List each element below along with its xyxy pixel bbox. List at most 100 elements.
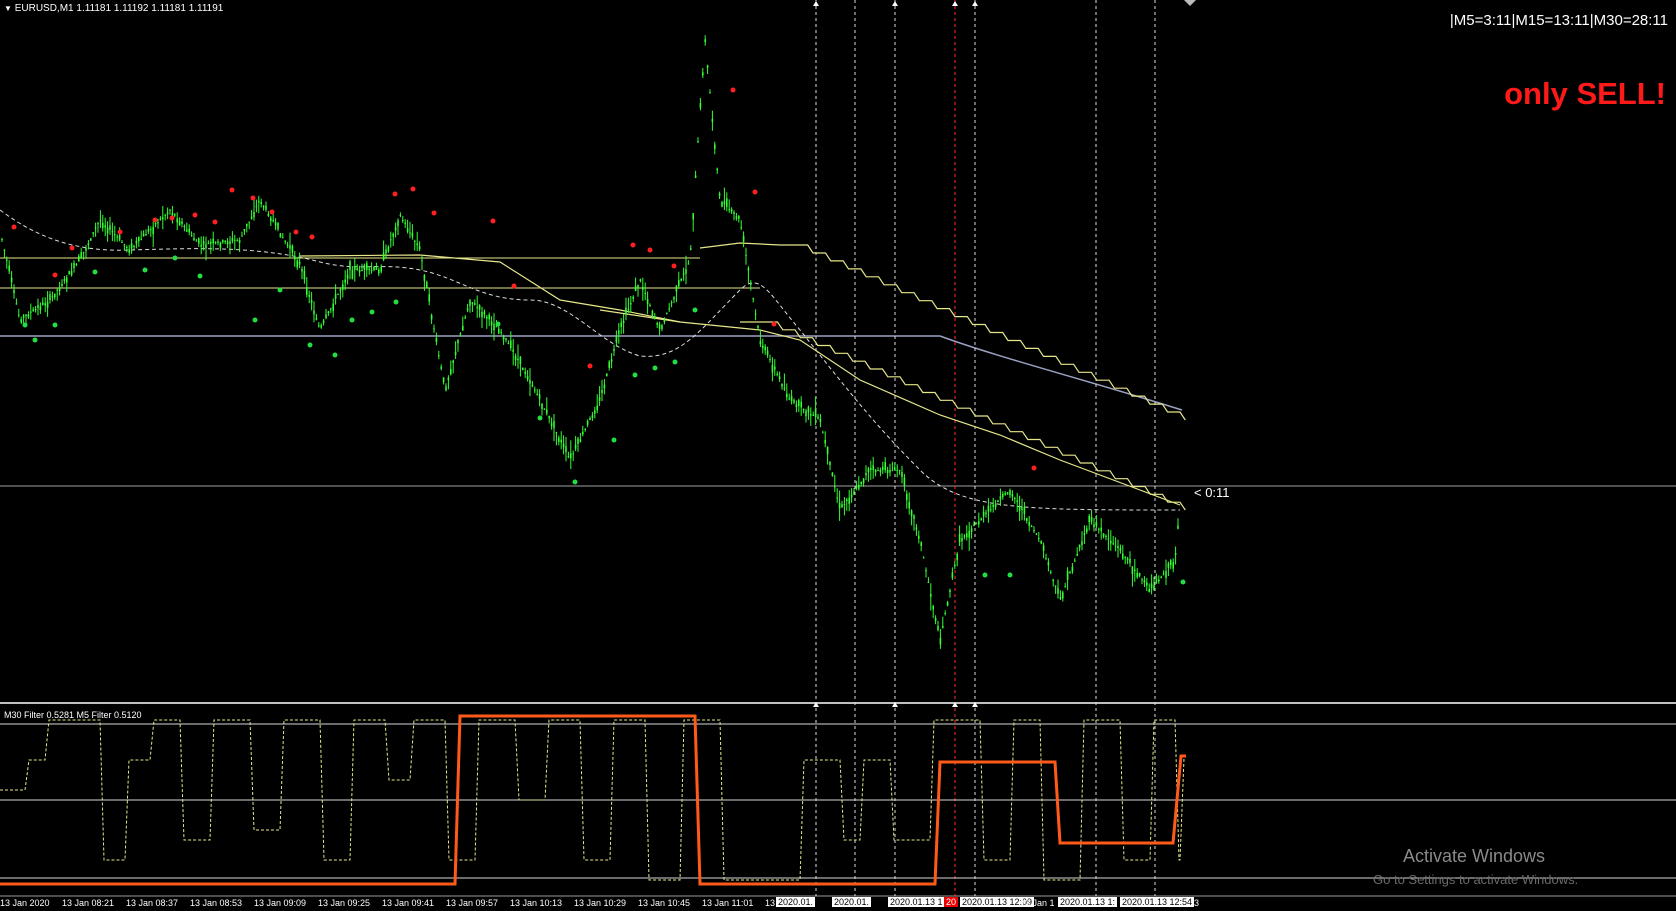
candle-body bbox=[104, 225, 106, 228]
candle-body bbox=[1100, 527, 1102, 532]
candle-body bbox=[282, 237, 284, 239]
candle-body bbox=[128, 249, 130, 253]
candle-body bbox=[1023, 506, 1026, 514]
candle-body bbox=[884, 462, 886, 470]
candle-body bbox=[906, 493, 908, 500]
candle-body bbox=[1102, 533, 1105, 537]
time-axis-label: 13 Jan 09:57 bbox=[446, 898, 499, 908]
fractal-down-dot bbox=[277, 287, 283, 293]
candle-body bbox=[92, 232, 94, 234]
candle-body bbox=[728, 209, 730, 211]
fractal-up-dot bbox=[309, 234, 315, 240]
candle-body bbox=[925, 570, 927, 572]
candle-body bbox=[1134, 569, 1136, 571]
candle-body bbox=[392, 233, 394, 237]
candle-body bbox=[507, 343, 510, 345]
candle-body bbox=[10, 277, 13, 283]
candle-body bbox=[958, 534, 961, 542]
candle-body bbox=[992, 504, 994, 507]
candle-body bbox=[910, 510, 913, 517]
candle-body bbox=[1035, 533, 1038, 535]
fractal-down-dot bbox=[52, 322, 58, 328]
candle-body bbox=[126, 246, 128, 248]
candle-body bbox=[56, 289, 58, 291]
candle-body bbox=[718, 193, 721, 196]
candle-body bbox=[608, 361, 610, 368]
candle-body bbox=[1138, 573, 1141, 577]
candle-body bbox=[46, 301, 49, 308]
candle-body bbox=[22, 315, 25, 318]
candle-body bbox=[543, 408, 546, 410]
candle-body bbox=[1124, 556, 1126, 558]
diamond-icon[interactable] bbox=[1184, 0, 1196, 6]
fractal-down-dot bbox=[307, 342, 313, 348]
fractal-up-dot bbox=[1031, 465, 1037, 471]
candle-body bbox=[678, 280, 680, 287]
fractal-up-dot bbox=[11, 224, 17, 230]
candle-body bbox=[574, 444, 577, 449]
candle-body bbox=[284, 240, 286, 242]
candle-body bbox=[795, 404, 798, 407]
candle-body bbox=[289, 245, 291, 249]
candle-body bbox=[502, 336, 505, 340]
candle-body bbox=[980, 518, 982, 521]
candle-body bbox=[198, 238, 200, 244]
candle-body bbox=[447, 377, 450, 381]
candle-body bbox=[541, 404, 543, 409]
time-axis-label: 13 Jan 08:53 bbox=[190, 898, 243, 908]
fractal-up-dot bbox=[771, 321, 777, 327]
candle-body bbox=[500, 332, 502, 333]
candle-body bbox=[735, 216, 738, 219]
candle-body bbox=[140, 238, 142, 240]
candle-body bbox=[651, 311, 654, 316]
candle-body bbox=[51, 296, 54, 297]
timeframe-timer: |M5=3:11|M15=13:11|M30=28:11 bbox=[1449, 12, 1668, 29]
candle-body bbox=[200, 244, 202, 247]
candle-body bbox=[937, 626, 939, 630]
candle-body bbox=[402, 219, 404, 221]
candle-body bbox=[337, 293, 339, 295]
candle-body bbox=[99, 220, 102, 222]
price-chart[interactable] bbox=[0, 0, 1676, 911]
bar-countdown: < 0:11 bbox=[1194, 485, 1230, 500]
candle-body bbox=[788, 398, 790, 400]
candle-body bbox=[270, 217, 272, 222]
candle-body bbox=[538, 394, 541, 400]
candle-body bbox=[121, 242, 123, 243]
candle-body bbox=[394, 227, 397, 231]
fractal-up-dot bbox=[169, 215, 175, 221]
candle-body bbox=[214, 241, 217, 244]
candle-body bbox=[493, 324, 495, 331]
fractal-up-dot bbox=[212, 219, 218, 225]
candle-body bbox=[450, 369, 452, 375]
candle-body bbox=[579, 439, 582, 442]
candle-body bbox=[944, 613, 946, 615]
candle-body bbox=[1177, 525, 1179, 529]
candle-body bbox=[894, 467, 896, 470]
candle-body bbox=[553, 421, 555, 428]
candle-body bbox=[351, 270, 354, 279]
candle-body bbox=[822, 432, 824, 434]
candle-body bbox=[1093, 524, 1095, 528]
candle-body bbox=[248, 221, 250, 223]
candle-body bbox=[1009, 490, 1011, 496]
fractal-up-dot bbox=[671, 263, 677, 269]
fractal-down-dot bbox=[197, 273, 203, 279]
candle-body bbox=[481, 312, 483, 318]
time-axis-label: 2020.01. bbox=[832, 897, 872, 907]
candle-body bbox=[1004, 493, 1006, 495]
candle-body bbox=[829, 461, 831, 465]
triangle-down-icon[interactable]: ▼ bbox=[4, 4, 12, 13]
candle-body bbox=[291, 245, 294, 253]
candle-body bbox=[399, 214, 402, 216]
fractal-down-dot bbox=[142, 267, 148, 273]
fractal-down-dot bbox=[632, 372, 638, 378]
time-axis-label: 13 Jan 10:45 bbox=[638, 898, 691, 908]
candle-body bbox=[318, 325, 320, 327]
candle-body bbox=[716, 168, 718, 171]
candle-body bbox=[277, 222, 279, 230]
candle-body bbox=[1146, 582, 1148, 586]
candle-body bbox=[102, 222, 104, 228]
candle-body bbox=[963, 535, 966, 537]
candle-body bbox=[966, 533, 968, 538]
